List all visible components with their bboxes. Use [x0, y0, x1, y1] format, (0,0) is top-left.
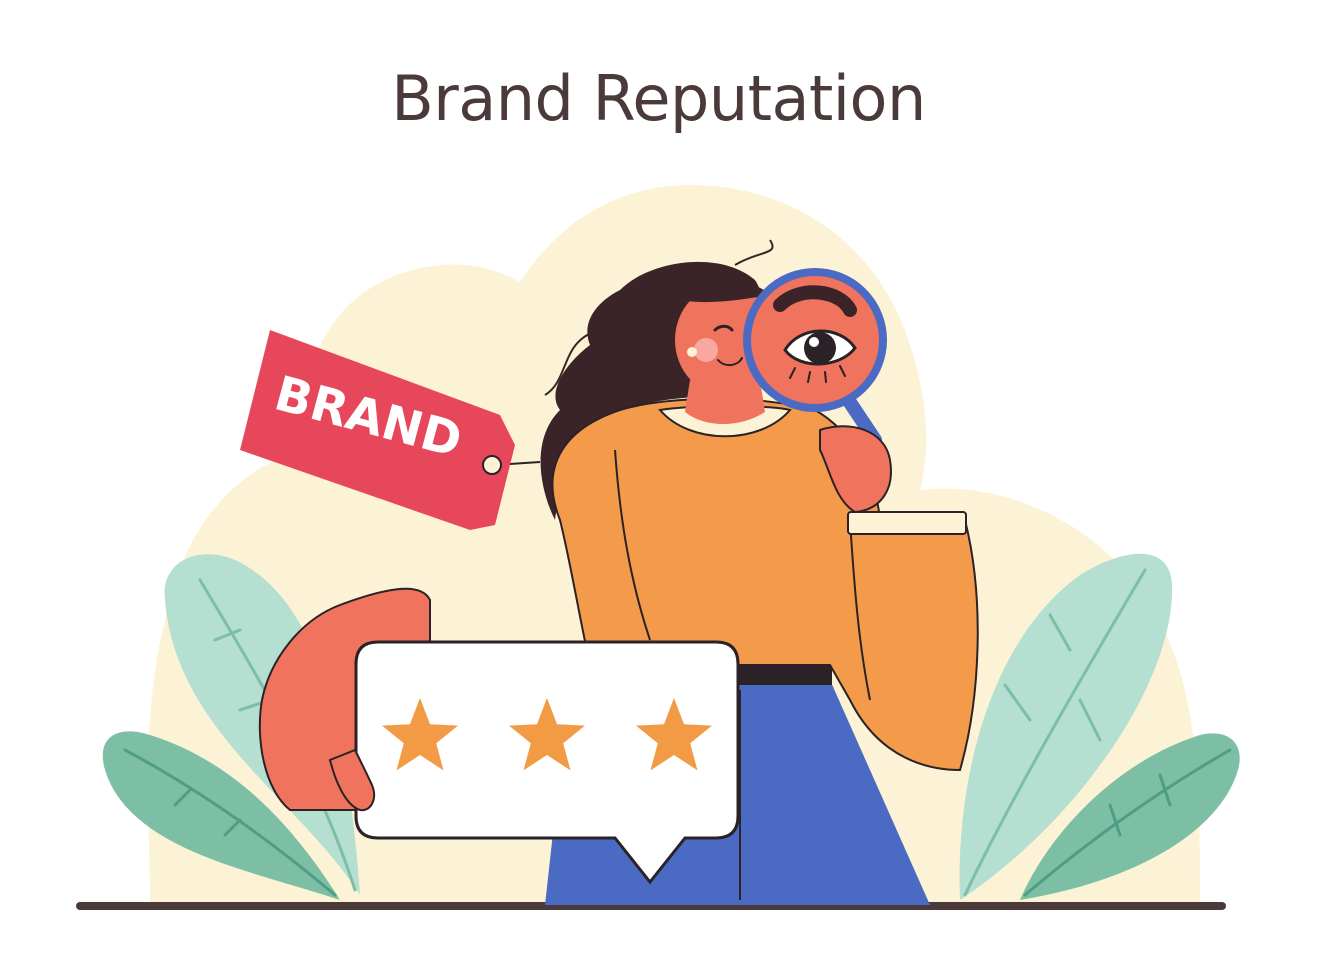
brand-reputation-illustration: BRAND: [76, 185, 1240, 910]
sleeve-cuff: [847, 511, 967, 535]
illustration-stage: Brand Reputation BRAND: [0, 0, 1317, 980]
